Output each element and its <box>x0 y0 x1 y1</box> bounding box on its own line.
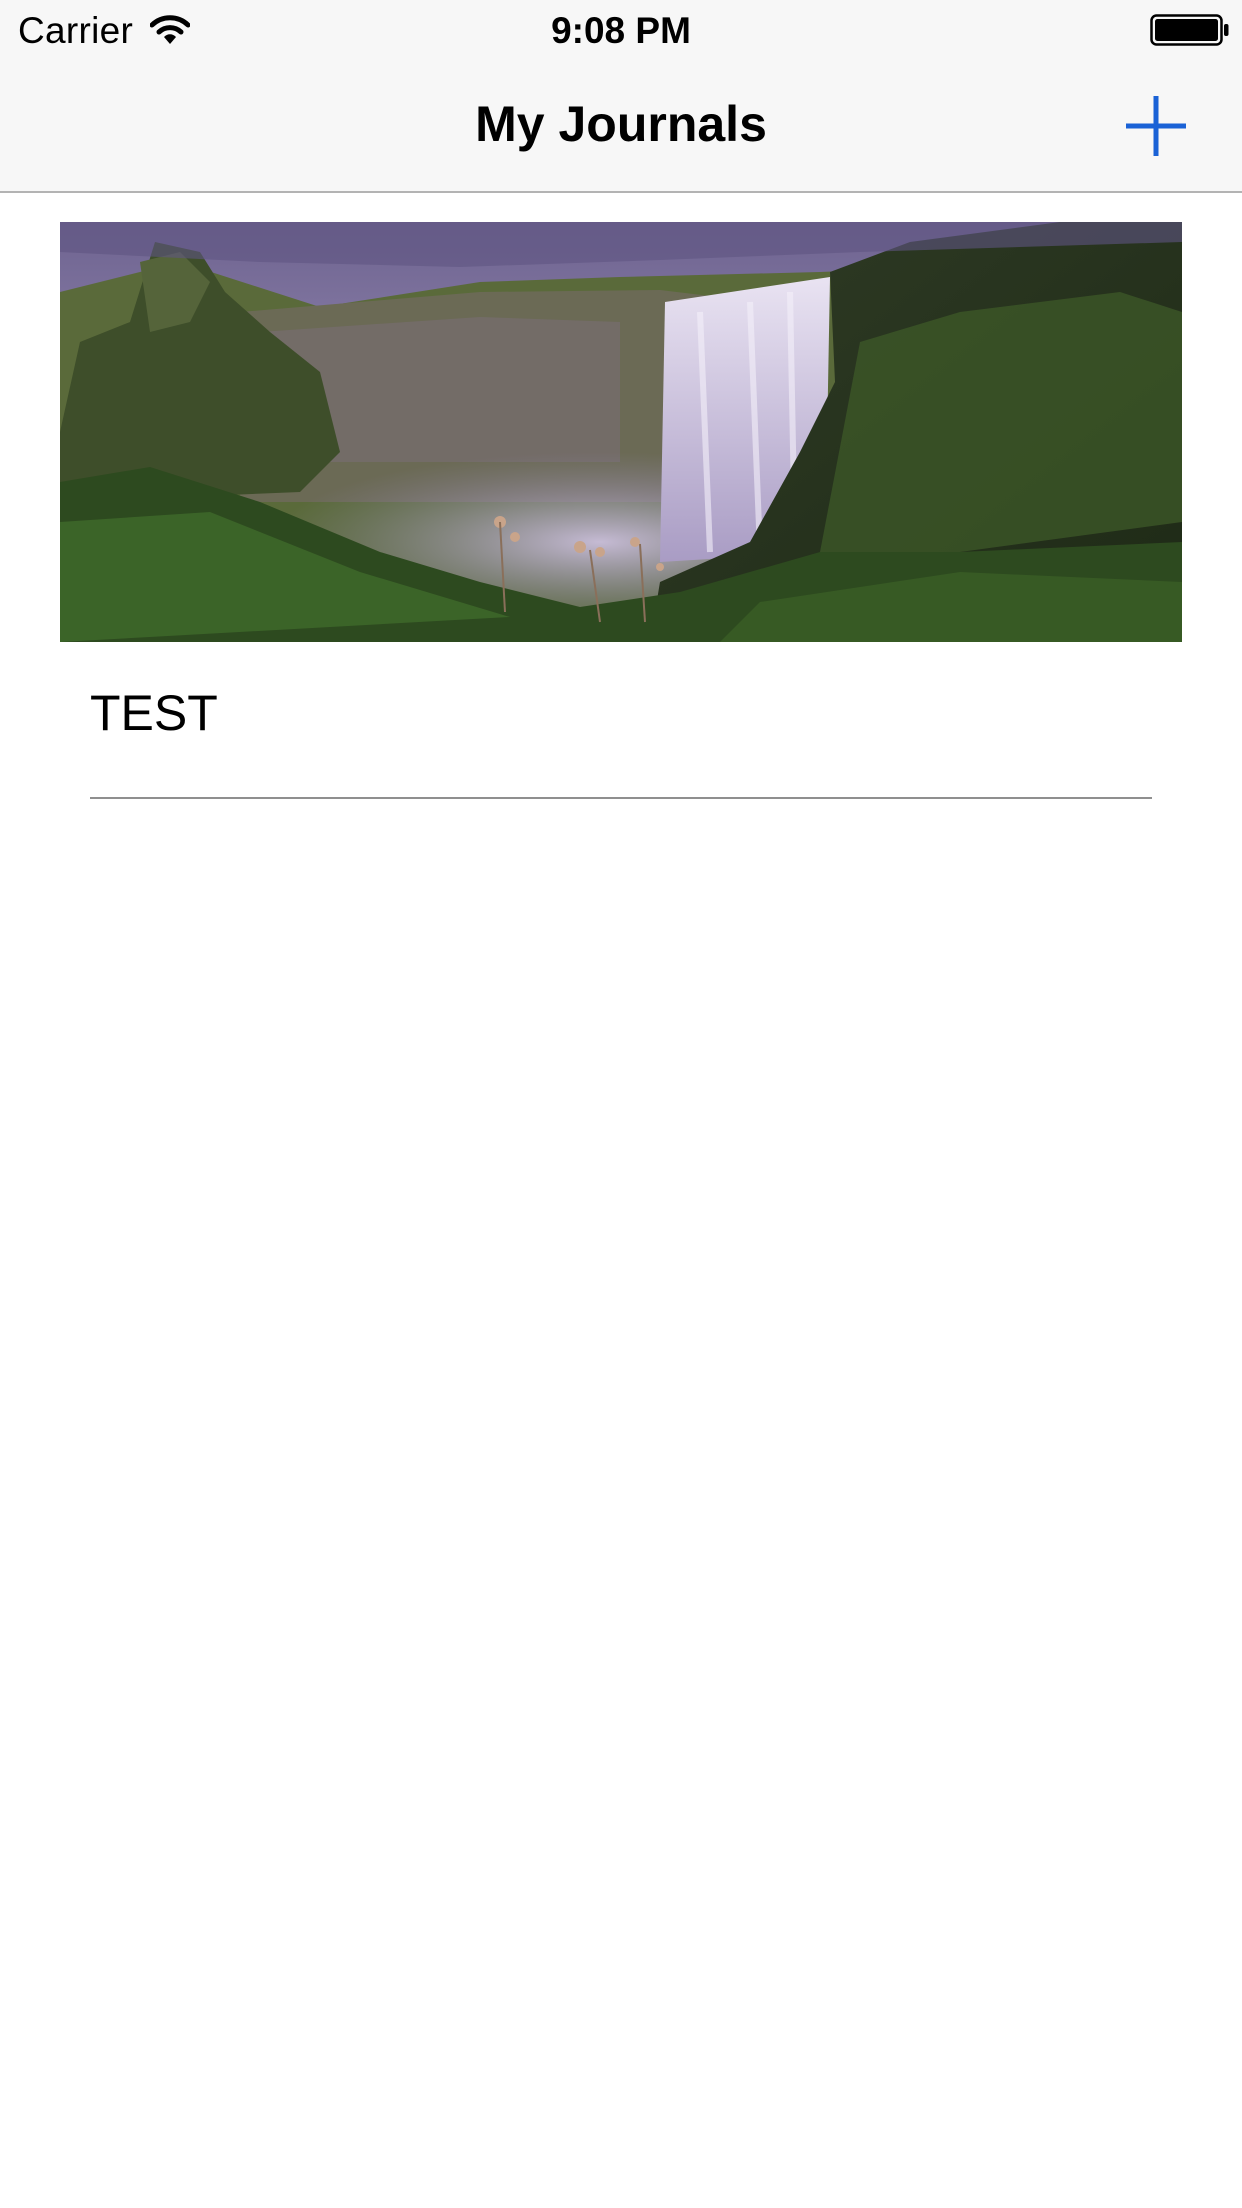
cell-separator <box>90 797 1152 799</box>
battery-full-icon <box>1150 14 1230 46</box>
add-journal-button[interactable] <box>1120 90 1192 162</box>
journal-cell[interactable]: TEST <box>0 193 1242 800</box>
status-bar: Carrier 9:08 PM <box>0 0 1242 60</box>
navigation-bar: My Journals <box>0 60 1242 193</box>
journal-cover-image <box>60 222 1182 642</box>
page-title: My Journals <box>475 96 767 152</box>
clock: 9:08 PM <box>551 10 691 51</box>
plus-icon <box>1126 96 1186 156</box>
journal-title: TEST <box>90 685 218 741</box>
